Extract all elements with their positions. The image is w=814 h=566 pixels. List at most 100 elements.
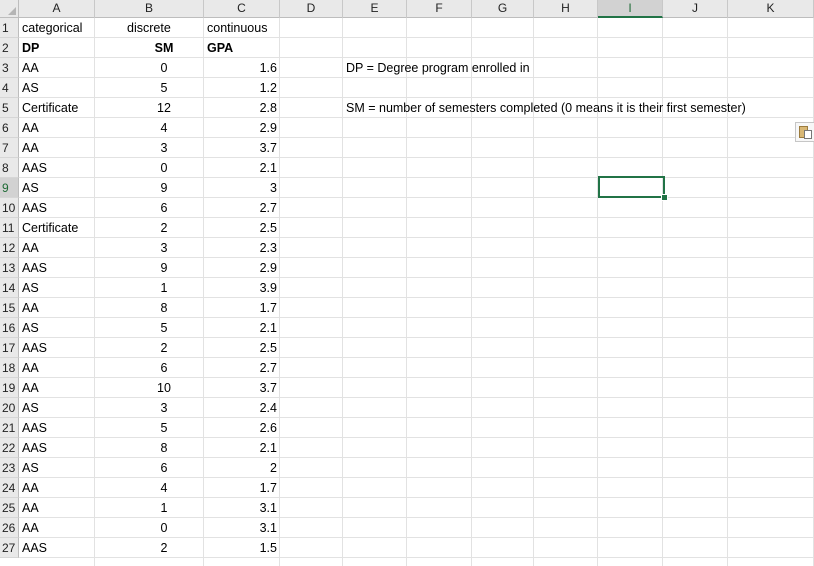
cell-sm[interactable]: 3 — [124, 138, 204, 158]
row-header[interactable]: 6 — [0, 118, 19, 138]
row-header[interactable]: 2 — [0, 38, 19, 58]
cell-dp[interactable]: AS — [19, 458, 95, 478]
cell-sm[interactable]: 6 — [124, 358, 204, 378]
cell-sm[interactable]: 4 — [124, 478, 204, 498]
cell-sm[interactable]: 2 — [124, 218, 204, 238]
active-cell-selection[interactable] — [598, 176, 665, 198]
cell-gpa[interactable]: 3.9 — [204, 278, 280, 298]
cell-gpa[interactable]: 2.7 — [204, 358, 280, 378]
cell-gpa[interactable]: 1.7 — [204, 298, 280, 318]
cell-dp[interactable]: AS — [19, 178, 95, 198]
column-header-i[interactable]: I — [598, 0, 663, 18]
cell-sm[interactable]: SM — [124, 38, 204, 58]
column-header-d[interactable]: D — [280, 0, 343, 18]
cell-dp[interactable]: AA — [19, 238, 95, 258]
cell-sm[interactable]: 2 — [124, 338, 204, 358]
row-header[interactable]: 27 — [0, 538, 19, 558]
cell-dp[interactable]: AAS — [19, 198, 95, 218]
note-sm-definition[interactable]: SM = number of semesters completed (0 me… — [343, 98, 746, 118]
cell-dp[interactable]: AA — [19, 378, 95, 398]
cell-gpa[interactable]: 1.5 — [204, 538, 280, 558]
cell-sm[interactable]: 9 — [124, 258, 204, 278]
column-header-a[interactable]: A — [19, 0, 95, 18]
cell-dp[interactable]: AA — [19, 118, 95, 138]
cell-sm[interactable]: 3 — [124, 398, 204, 418]
select-all-button[interactable] — [0, 0, 19, 18]
cell-gpa[interactable]: 1.7 — [204, 478, 280, 498]
cell-dp[interactable]: AAS — [19, 438, 95, 458]
column-header-c[interactable]: C — [204, 0, 280, 18]
row-header[interactable]: 21 — [0, 418, 19, 438]
cell-dp[interactable]: AS — [19, 78, 95, 98]
cell-gpa[interactable]: 2.8 — [204, 98, 280, 118]
row-header[interactable]: 11 — [0, 218, 19, 238]
row-header[interactable]: 13 — [0, 258, 19, 278]
column-header-f[interactable]: F — [407, 0, 472, 18]
cell-sm[interactable]: discrete — [124, 18, 204, 38]
note-dp-definition[interactable]: DP = Degree program enrolled in — [343, 58, 530, 78]
cell-dp[interactable]: AS — [19, 318, 95, 338]
cell-sm[interactable]: 6 — [124, 198, 204, 218]
column-header-k[interactable]: K — [728, 0, 814, 18]
cell-sm[interactable]: 8 — [124, 298, 204, 318]
cell-sm[interactable]: 8 — [124, 438, 204, 458]
cell-gpa[interactable]: 2.1 — [204, 318, 280, 338]
cell-dp[interactable]: Certificate — [19, 218, 95, 238]
cell-sm[interactable]: 1 — [124, 498, 204, 518]
cell-sm[interactable]: 0 — [124, 158, 204, 178]
cell-gpa[interactable]: 2.3 — [204, 238, 280, 258]
cell-gpa[interactable]: 2.7 — [204, 198, 280, 218]
cell-gpa[interactable]: 2.4 — [204, 398, 280, 418]
cell-dp[interactable]: Certificate — [19, 98, 95, 118]
cell-sm[interactable]: 5 — [124, 318, 204, 338]
row-header[interactable]: 23 — [0, 458, 19, 478]
cell-sm[interactable]: 3 — [124, 238, 204, 258]
row-header[interactable]: 22 — [0, 438, 19, 458]
cell-dp[interactable]: AA — [19, 518, 95, 538]
column-header-h[interactable]: H — [534, 0, 598, 18]
cell-sm[interactable]: 5 — [124, 418, 204, 438]
row-header[interactable]: 14 — [0, 278, 19, 298]
cell-gpa[interactable]: 2.5 — [204, 338, 280, 358]
row-header[interactable]: 16 — [0, 318, 19, 338]
row-header[interactable]: 4 — [0, 78, 19, 98]
cell-dp[interactable]: AA — [19, 138, 95, 158]
cell-dp[interactable]: DP — [19, 38, 95, 58]
cell-dp[interactable]: AA — [19, 58, 95, 78]
row-header[interactable]: 15 — [0, 298, 19, 318]
cell-gpa[interactable]: 2.6 — [204, 418, 280, 438]
row-header[interactable]: 17 — [0, 338, 19, 358]
cell-gpa[interactable]: 2 — [204, 458, 280, 478]
paste-options-icon[interactable] — [795, 122, 814, 142]
row-header[interactable]: 3 — [0, 58, 19, 78]
cell-gpa[interactable]: 3.1 — [204, 518, 280, 538]
row-header[interactable]: 9 — [0, 178, 19, 198]
column-header-e[interactable]: E — [343, 0, 407, 18]
fill-handle[interactable] — [661, 194, 668, 201]
cell-gpa[interactable]: continuous — [204, 18, 280, 38]
cell-dp[interactable]: AS — [19, 278, 95, 298]
cell-gpa[interactable]: 3.1 — [204, 498, 280, 518]
spreadsheet-grid[interactable]: ABCDEFGHIJK 1 2 3 4 5 6 7 8 9 10 11 12 13 14 15 16 17 18 1… — [0, 0, 814, 566]
cell-gpa[interactable]: 2.5 — [204, 218, 280, 238]
cell-dp[interactable]: categorical — [19, 18, 95, 38]
cell-sm[interactable]: 12 — [124, 98, 204, 118]
row-header[interactable]: 19 — [0, 378, 19, 398]
cell-dp[interactable]: AAS — [19, 158, 95, 178]
cell-dp[interactable]: AAS — [19, 538, 95, 558]
cell-gpa[interactable]: GPA — [204, 38, 280, 58]
row-header[interactable]: 7 — [0, 138, 19, 158]
row-header[interactable]: 25 — [0, 498, 19, 518]
cell-gpa[interactable]: 3.7 — [204, 138, 280, 158]
cell-sm[interactable]: 4 — [124, 118, 204, 138]
cell-dp[interactable]: AAS — [19, 338, 95, 358]
row-header[interactable]: 26 — [0, 518, 19, 538]
column-header-g[interactable]: G — [472, 0, 534, 18]
cell-sm[interactable]: 0 — [124, 58, 204, 78]
cell-dp[interactable]: AAS — [19, 258, 95, 278]
row-header[interactable]: 10 — [0, 198, 19, 218]
cell-gpa[interactable]: 2.1 — [204, 158, 280, 178]
cell-gpa[interactable]: 2.9 — [204, 118, 280, 138]
cell-gpa[interactable]: 2.9 — [204, 258, 280, 278]
row-header[interactable]: 24 — [0, 478, 19, 498]
